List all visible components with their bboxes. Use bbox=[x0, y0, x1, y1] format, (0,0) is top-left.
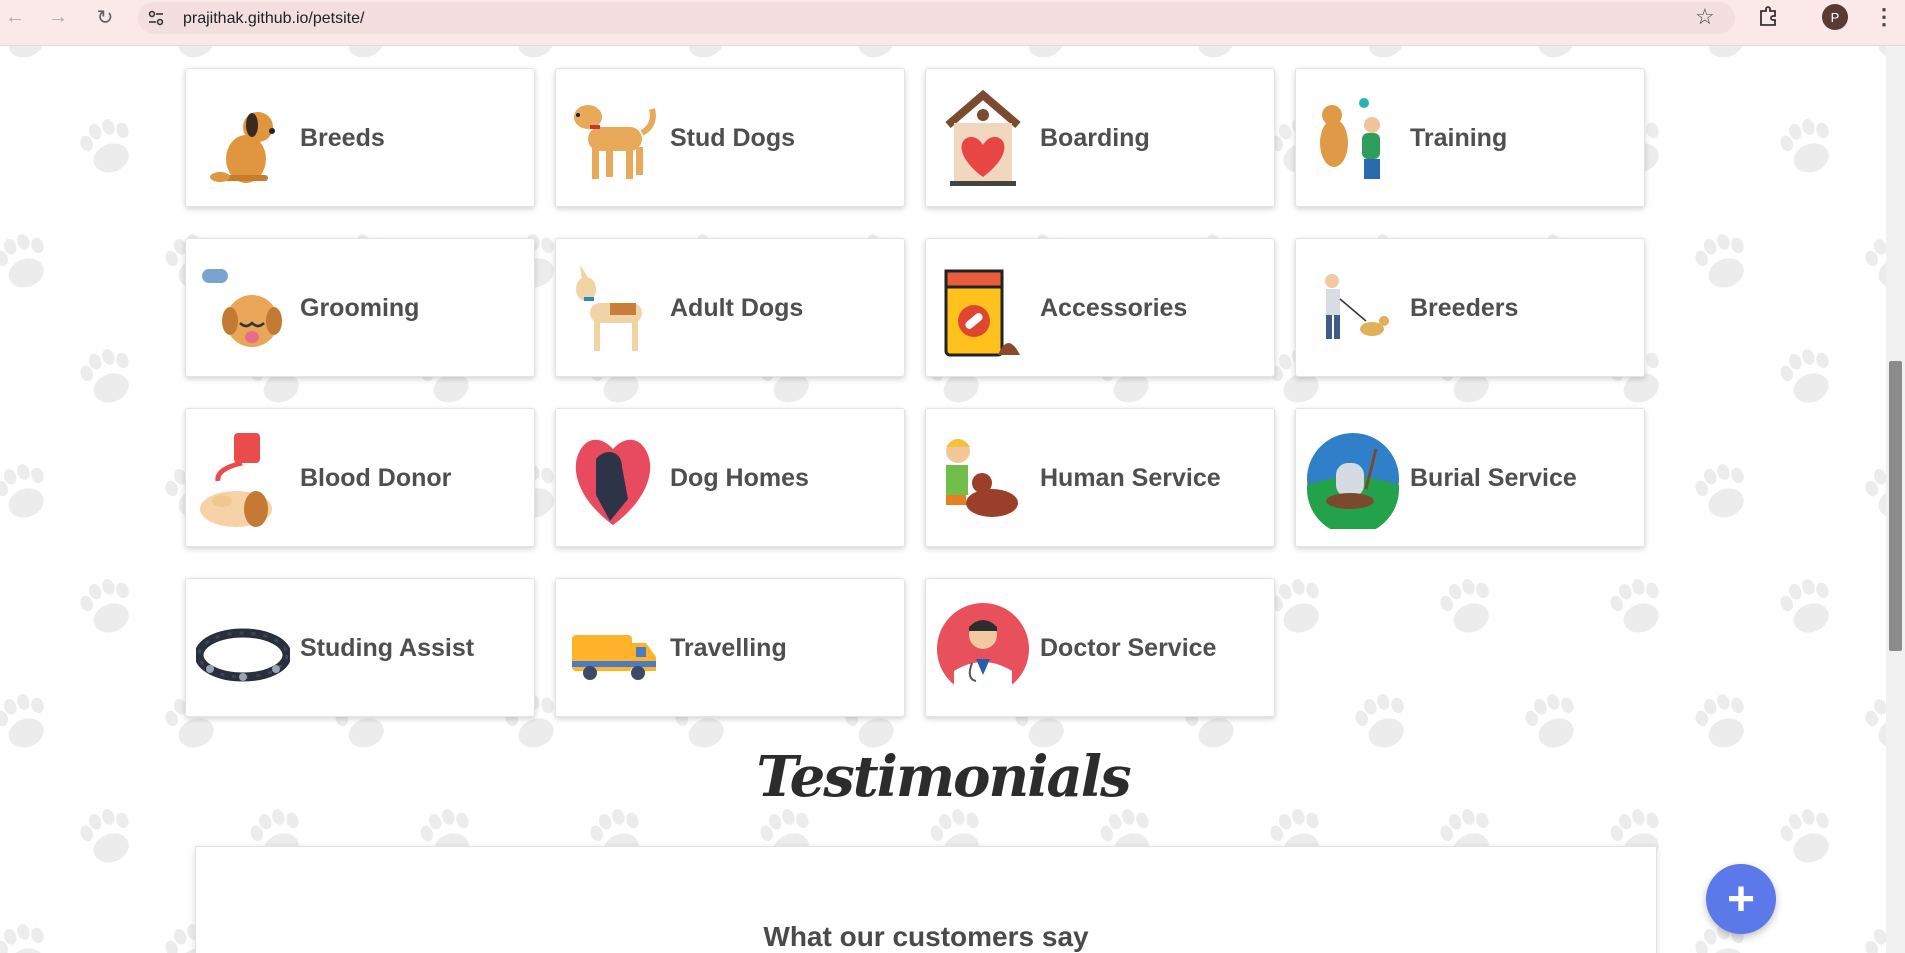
paw-print bbox=[1865, 468, 1886, 518]
service-card-breeds[interactable]: Breeds bbox=[185, 68, 535, 207]
service-card-boarding[interactable]: Boarding bbox=[925, 68, 1275, 207]
service-card-label: Doctor Service bbox=[1040, 634, 1217, 662]
paw-print bbox=[348, 46, 384, 58]
service-card-label: Dog Homes bbox=[670, 464, 809, 492]
paw-print bbox=[1780, 119, 1829, 173]
paw-print bbox=[1878, 46, 1886, 58]
paw-print bbox=[80, 809, 129, 863]
service-card-grooming[interactable]: Grooming bbox=[185, 238, 535, 377]
dog-dryer-icon bbox=[196, 259, 290, 359]
paw-print bbox=[80, 119, 129, 173]
profile-avatar[interactable]: P bbox=[1822, 4, 1848, 30]
back-icon[interactable]: ← bbox=[0, 2, 30, 32]
service-card-studing-assist[interactable]: Studing Assist bbox=[185, 578, 535, 717]
paw-print bbox=[1198, 46, 1234, 58]
testimonials-subtitle: What our customers say bbox=[763, 921, 1089, 952]
service-card-label: Breeders bbox=[1410, 294, 1519, 322]
paw-print bbox=[80, 579, 129, 633]
paw-print bbox=[518, 46, 554, 58]
service-card-label: Breeds bbox=[300, 124, 385, 152]
service-card-doctor-service[interactable]: Doctor Service bbox=[925, 578, 1275, 717]
paw-print bbox=[8, 46, 44, 58]
service-card-human-service[interactable]: Human Service bbox=[925, 408, 1275, 547]
extensions-icon[interactable] bbox=[1757, 5, 1779, 27]
service-card-label: Stud Dogs bbox=[670, 124, 795, 152]
paw-print bbox=[1368, 46, 1404, 58]
van-icon bbox=[566, 599, 660, 699]
service-card-dog-homes[interactable]: Dog Homes bbox=[555, 408, 905, 547]
service-card-travelling[interactable]: Travelling bbox=[555, 578, 905, 717]
service-card-label: Boarding bbox=[1040, 124, 1150, 152]
paw-print bbox=[1695, 234, 1744, 288]
service-card-label: Adult Dogs bbox=[670, 294, 804, 322]
paw-print bbox=[1865, 238, 1886, 288]
service-card-breeders[interactable]: Breeders bbox=[1295, 238, 1645, 377]
testimonials-box: What our customers say bbox=[195, 846, 1657, 953]
menu-icon[interactable]: ⋮ bbox=[1873, 4, 1895, 30]
page-viewport: Breeds Stud Dogs Boarding Training Grooming A… bbox=[0, 46, 1886, 953]
testimonials-title: Testimonials bbox=[756, 744, 1131, 810]
dog-training-icon bbox=[1306, 89, 1400, 189]
reload-icon[interactable]: ↻ bbox=[90, 2, 120, 32]
paw-print bbox=[0, 464, 44, 518]
site-settings-icon[interactable] bbox=[148, 10, 164, 26]
sitting-dog-icon bbox=[196, 89, 290, 189]
paw-print bbox=[178, 46, 214, 58]
service-card-training[interactable]: Training bbox=[1295, 68, 1645, 207]
paw-print bbox=[0, 924, 44, 953]
paw-print bbox=[858, 46, 894, 58]
paw-print bbox=[1610, 579, 1659, 633]
service-card-stud-dogs[interactable]: Stud Dogs bbox=[555, 68, 905, 207]
paw-print bbox=[1538, 46, 1574, 58]
paw-print bbox=[1865, 928, 1886, 953]
service-card-label: Blood Donor bbox=[300, 464, 452, 492]
service-card-label: Studing Assist bbox=[300, 634, 475, 662]
paw-print bbox=[1780, 349, 1829, 403]
doctor-icon bbox=[936, 599, 1030, 699]
service-card-burial-service[interactable]: Burial Service bbox=[1295, 408, 1645, 547]
boy-with-dog-icon bbox=[936, 429, 1030, 529]
spiked-collar-icon bbox=[194, 599, 292, 699]
dog-walker-icon bbox=[1306, 259, 1400, 359]
paw-print bbox=[1780, 809, 1829, 863]
service-card-label: Grooming bbox=[300, 294, 420, 322]
service-card-label: Accessories bbox=[1040, 294, 1188, 322]
bookmark-star-icon[interactable]: ☆ bbox=[1695, 4, 1715, 30]
rip-grave-icon bbox=[1306, 429, 1400, 535]
forward-icon[interactable]: → bbox=[43, 2, 73, 32]
paw-print bbox=[1708, 46, 1744, 58]
paw-print bbox=[688, 46, 724, 58]
paw-print bbox=[1270, 579, 1319, 633]
address-bar[interactable]: prajithak.github.io/petsite/ bbox=[138, 2, 1735, 34]
adult-dog-icon bbox=[566, 259, 660, 359]
service-card-label: Training bbox=[1410, 124, 1508, 152]
paw-print bbox=[1440, 579, 1489, 633]
paw-print bbox=[0, 234, 44, 288]
heart-dog-icon bbox=[566, 429, 660, 529]
scrollbar[interactable] bbox=[1886, 46, 1905, 953]
service-card-blood-donor[interactable]: Blood Donor bbox=[185, 408, 535, 547]
service-card-accessories[interactable]: Accessories bbox=[925, 238, 1275, 377]
service-card-label: Human Service bbox=[1040, 464, 1221, 492]
scrollbar-thumb[interactable] bbox=[1889, 361, 1902, 651]
url-text[interactable]: prajithak.github.io/petsite/ bbox=[183, 10, 364, 28]
dog-food-bag-icon bbox=[936, 259, 1030, 359]
paw-print bbox=[80, 349, 129, 403]
blood-bag-dog-icon bbox=[196, 429, 290, 529]
standing-dog-icon bbox=[566, 89, 660, 189]
service-card-label: Travelling bbox=[670, 634, 787, 662]
paw-print bbox=[1780, 579, 1829, 633]
add-button[interactable]: + bbox=[1706, 864, 1776, 934]
service-card-adult-dogs[interactable]: Adult Dogs bbox=[555, 238, 905, 377]
service-card-label: Burial Service bbox=[1410, 464, 1577, 492]
browser-toolbar: ← → ↻ prajithak.github.io/petsite/ ☆ P ⋮ bbox=[0, 0, 1905, 46]
paw-print bbox=[1028, 46, 1064, 58]
dog-house-heart-icon bbox=[936, 89, 1030, 189]
paw-print bbox=[1695, 464, 1744, 518]
